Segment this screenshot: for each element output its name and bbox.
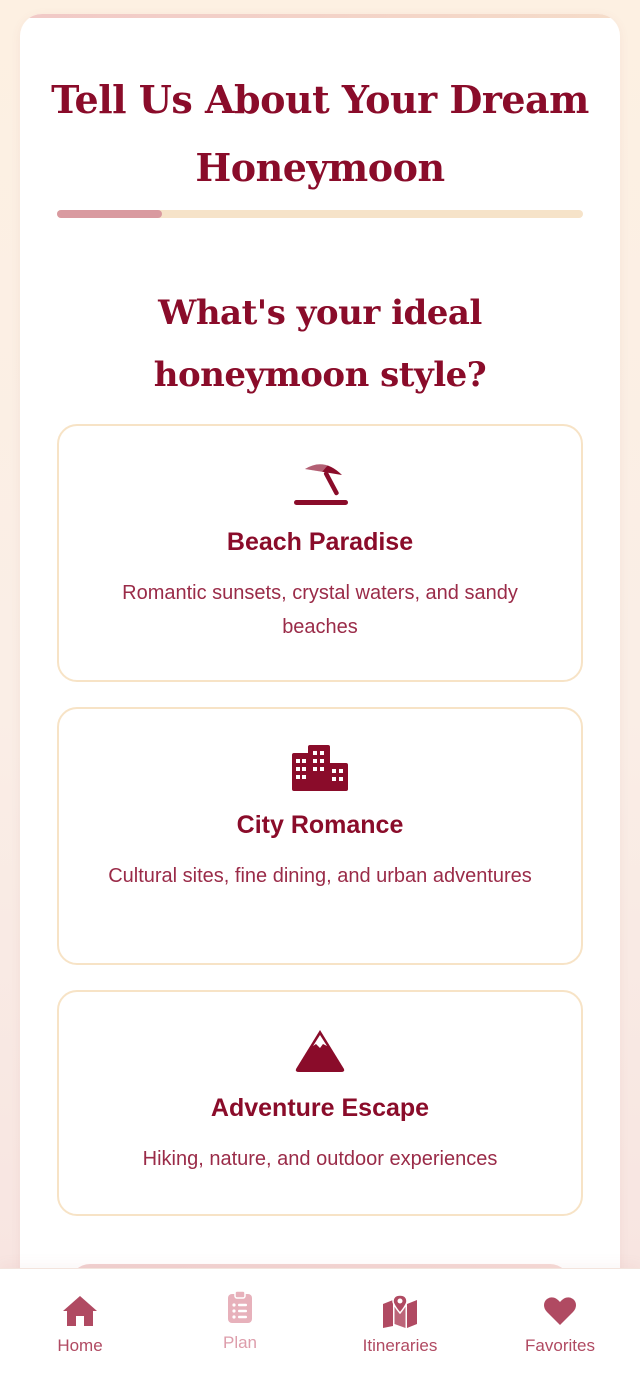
nav-item-home[interactable]: Home [0,1269,160,1387]
option-description: Romantic sunsets, crystal waters, and sa… [122,582,518,638]
card-accent-line [20,14,620,18]
option-beach-paradise[interactable]: Beach Paradise Romantic sunsets, crystal… [57,424,583,682]
map-location-icon [320,1291,480,1331]
mountain-icon [59,1024,581,1076]
progress-fill [57,210,163,218]
option-description: Hiking, nature, and outdoor experiences [142,1148,498,1170]
option-adventure-escape[interactable]: Adventure Escape Hiking, nature, and out… [57,990,583,1216]
nav-item-plan[interactable]: Plan [160,1269,320,1387]
option-description: Cultural sites, fine dining, and urban a… [108,865,532,887]
nav-label-itineraries: Itineraries [362,1336,438,1355]
question-heading: What's your ideal honeymoon style? [153,293,487,395]
questionnaire-card: Tell Us About Your Dream Honeymoon What'… [20,14,620,1314]
option-title: Adventure Escape [210,1094,430,1122]
bottom-navigation: Home Plan Itineraries Favorites [0,1268,640,1387]
nav-label-favorites: Favorites [525,1336,595,1355]
clipboard-list-icon [160,1287,320,1327]
option-title: Beach Paradise [226,528,414,556]
progress-bar [57,210,583,218]
page-title: Tell Us About Your Dream Honeymoon [51,77,589,190]
home-icon [0,1291,160,1331]
nav-item-itineraries[interactable]: Itineraries [320,1269,480,1387]
nav-label-plan: Plan [222,1333,258,1352]
city-buildings-icon [59,741,581,793]
option-city-romance[interactable]: City Romance Cultural sites, fine dining… [57,707,583,965]
nav-label-home: Home [57,1336,103,1355]
heart-icon [480,1291,640,1331]
option-title: City Romance [236,811,404,839]
nav-item-favorites[interactable]: Favorites [480,1269,640,1387]
umbrella-beach-icon [59,458,581,510]
